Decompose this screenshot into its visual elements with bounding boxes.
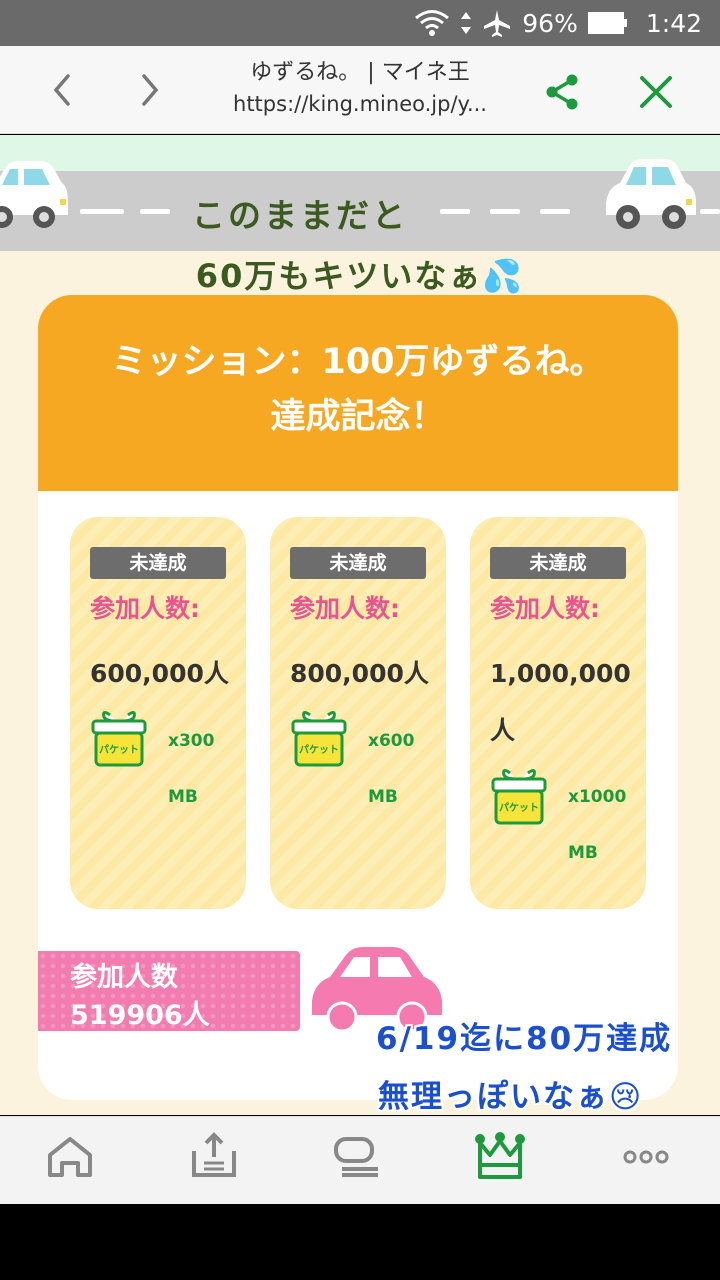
system-navigation-bar: [0, 1204, 720, 1280]
goal-reward: x600 MB: [368, 731, 415, 807]
nav-ranking[interactable]: [470, 1127, 530, 1187]
packet-gift-icon: パケット: [491, 768, 547, 825]
goal-card-2: 未達成 参加人数: 800,000人 パケット x600 MB: [270, 517, 446, 909]
mission-title-line2: 達成記念！: [270, 397, 446, 437]
status-icons: 96% 1:42: [414, 6, 702, 40]
nav-more[interactable]: [616, 1127, 676, 1187]
participant-count-box: 参加人数 519906人: [38, 951, 300, 1031]
goal-reward: x1000 MB: [568, 787, 627, 863]
page-url: https://king.mineo.jp/y...: [233, 92, 487, 116]
svg-text:パケット: パケット: [99, 744, 139, 756]
nav-home[interactable]: [40, 1127, 100, 1187]
goal-label: 参加人数:: [490, 594, 600, 623]
goal-status-badge: 未達成: [490, 547, 626, 579]
goal-card-1: 未達成 参加人数: 600,000人 パケット x300 MB: [70, 517, 246, 909]
address-bar[interactable]: ゆずるね。 | マイネ王 https://king.mineo.jp/y...: [200, 58, 520, 120]
page-title: ゆずるね。 | マイネ王: [250, 60, 470, 85]
overlay-comment-line1: 6/19迄に80万達成: [376, 1021, 673, 1057]
car-illustration-left: [0, 161, 68, 228]
car-illustration-right: [606, 159, 696, 229]
participant-count-label: 参加人数: [70, 962, 178, 993]
goal-status-badge: 未達成: [290, 547, 426, 579]
upload-icon: [192, 1132, 236, 1177]
mission-header: ミッション：100万ゆずるね。 達成記念！: [38, 295, 678, 491]
web-content: このままだと 60万もキツいなぁ💦 ミッション：100万ゆずるね。 達成記念！ …: [0, 135, 720, 1115]
chat-icon: [334, 1137, 378, 1177]
mission-card: ミッション：100万ゆずるね。 達成記念！ 未達成 参加人数: 600,000人…: [38, 295, 678, 1100]
crown-icon: [475, 1132, 525, 1179]
share-button[interactable]: [540, 70, 584, 114]
chevron-left-icon: [53, 74, 70, 106]
bottom-navigation: [0, 1116, 720, 1204]
goal-value: 1,000,000人: [490, 659, 631, 745]
chevron-right-icon: [142, 74, 159, 106]
goal-card-3: 未達成 参加人数: 1,000,000人 パケット x1000 MB: [470, 517, 646, 909]
packet-gift-icon: パケット: [91, 710, 147, 767]
participant-count-value: 519906人: [70, 1000, 210, 1031]
back-button[interactable]: [44, 70, 84, 110]
goal-status-badge: 未達成: [90, 547, 226, 579]
mission-title-line1: ミッション：100万ゆずるね。: [111, 342, 605, 382]
mission-title: ミッション：100万ゆずるね。 達成記念！: [58, 335, 658, 445]
goal-reward: x300 MB: [168, 731, 215, 807]
home-icon: [48, 1137, 92, 1177]
share-icon: [546, 74, 578, 110]
goal-label: 参加人数:: [90, 594, 200, 623]
banner-subtext: 60万もキツいなぁ💦: [195, 257, 525, 295]
clock: 1:42: [645, 8, 702, 38]
more-icon: [623, 1150, 669, 1164]
close-icon: [640, 76, 672, 108]
overlay-comment-line2: 無理っぽいなぁ😢: [378, 1079, 644, 1115]
battery-percent: 96%: [522, 8, 578, 38]
svg-text:パケット: パケット: [499, 802, 539, 814]
packet-gift-icon: パケット: [291, 710, 347, 767]
goal-value: 800,000人: [290, 659, 429, 688]
close-button[interactable]: [634, 70, 678, 114]
wifi-icon: [414, 9, 450, 37]
battery-icon: [587, 11, 628, 35]
airplane-icon: [482, 8, 512, 38]
status-bar: 96% 1:42: [0, 0, 720, 46]
browser-toolbar: ゆずるね。 | マイネ王 https://king.mineo.jp/y...: [0, 46, 720, 134]
nav-chat[interactable]: [326, 1127, 386, 1187]
goal-value: 600,000人: [90, 659, 229, 688]
nav-upload[interactable]: [184, 1127, 244, 1187]
banner-text: このままだと: [192, 196, 408, 235]
svg-text:パケット: パケット: [299, 744, 339, 756]
forward-button[interactable]: [130, 70, 170, 110]
goal-label: 参加人数:: [290, 594, 400, 623]
data-arrows-icon: [460, 10, 472, 36]
